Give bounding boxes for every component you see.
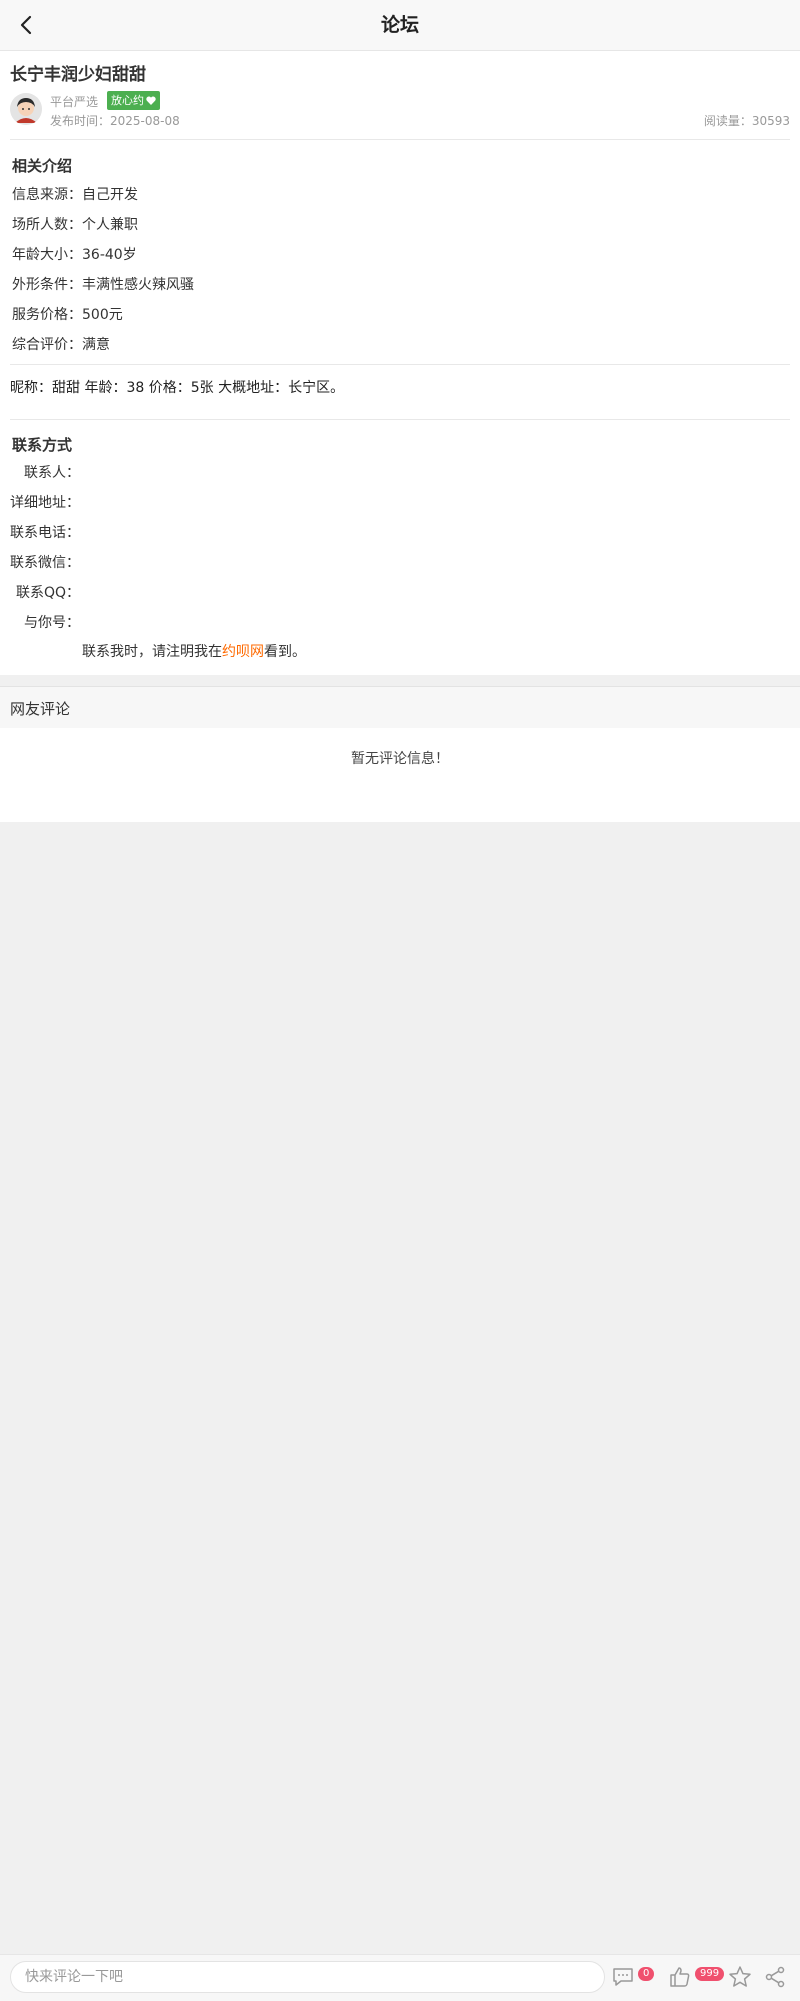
brand-link[interactable]: 约呗网 xyxy=(222,644,264,660)
like-icon xyxy=(670,1967,690,1987)
top-nav-bar: 论坛 xyxy=(0,0,800,51)
contact-address-label: 详细地址： xyxy=(10,495,80,511)
star-icon xyxy=(729,1966,751,1987)
contact-person-label: 联系人： xyxy=(24,465,80,481)
comment-input[interactable] xyxy=(10,1961,605,1993)
contact-phone-label: 联系电话： xyxy=(10,525,80,541)
page-title: 论坛 xyxy=(380,14,419,36)
post-title: 长宁丰润少妇甜甜 xyxy=(10,65,146,85)
post-article: 长宁丰润少妇甜甜 平台严选 放心约 发布时间：2025-08-08 阅读量：30… xyxy=(0,51,800,675)
read-count: 阅读量：30593 xyxy=(703,114,790,128)
bottom-action-bar: 0 999 xyxy=(0,1954,800,2001)
divider xyxy=(10,139,790,140)
contact-wechat-label: 联系微信： xyxy=(10,555,80,571)
contact-note-prefix: 联系我时，请注明我在 xyxy=(82,644,222,660)
info-row-age: 年龄大小：36-40岁 xyxy=(12,247,137,263)
comment-button[interactable] xyxy=(611,1965,635,1989)
author-name: 平台严选 xyxy=(50,95,99,109)
info-row-price: 服务价格：500元 xyxy=(12,307,123,323)
contact-yuni-label: 与你号： xyxy=(24,615,80,631)
like-count-badge: 999 xyxy=(695,1967,725,1981)
post-summary: 昵称：甜甜 年龄：38 价格：5张 大概地址：长宁区。 xyxy=(10,380,345,396)
empty-comments-message: 暂无评论信息！ xyxy=(351,751,449,767)
contact-note-suffix: 看到。 xyxy=(264,644,306,660)
contact-note: 联系我时，请注明我在约呗网看到。 xyxy=(82,641,306,661)
info-row-source: 信息来源：自己开发 xyxy=(12,187,138,203)
avatar-icon xyxy=(10,93,42,125)
contact-qq-label: 联系QQ： xyxy=(15,585,80,601)
heart-icon xyxy=(146,96,156,105)
divider xyxy=(10,419,790,420)
comment-count-badge: 0 xyxy=(638,1967,655,1981)
divider xyxy=(10,364,790,365)
comments-list: 暂无评论信息！ xyxy=(0,728,800,822)
avatar[interactable] xyxy=(10,93,42,125)
share-button[interactable] xyxy=(763,1965,787,1989)
info-row-people: 场所人数：个人兼职 xyxy=(12,217,138,233)
intro-section-title: 相关介绍 xyxy=(12,157,73,175)
trust-badge: 放心约 xyxy=(107,91,160,110)
share-icon xyxy=(765,1966,785,1988)
trust-badge-label: 放心约 xyxy=(111,94,144,107)
comments-title: 网友评论 xyxy=(10,700,71,718)
comments-header: 网友评论 xyxy=(0,686,800,729)
contact-section-title: 联系方式 xyxy=(12,436,73,454)
favorite-button[interactable] xyxy=(728,1965,752,1989)
info-row-rating: 综合评价：满意 xyxy=(12,337,110,353)
comment-icon xyxy=(613,1968,633,1986)
like-button[interactable] xyxy=(668,1965,692,1989)
info-row-appearance: 外形条件：丰满性感火辣风骚 xyxy=(12,277,194,293)
publish-time: 发布时间：2025-08-08 xyxy=(50,114,180,128)
